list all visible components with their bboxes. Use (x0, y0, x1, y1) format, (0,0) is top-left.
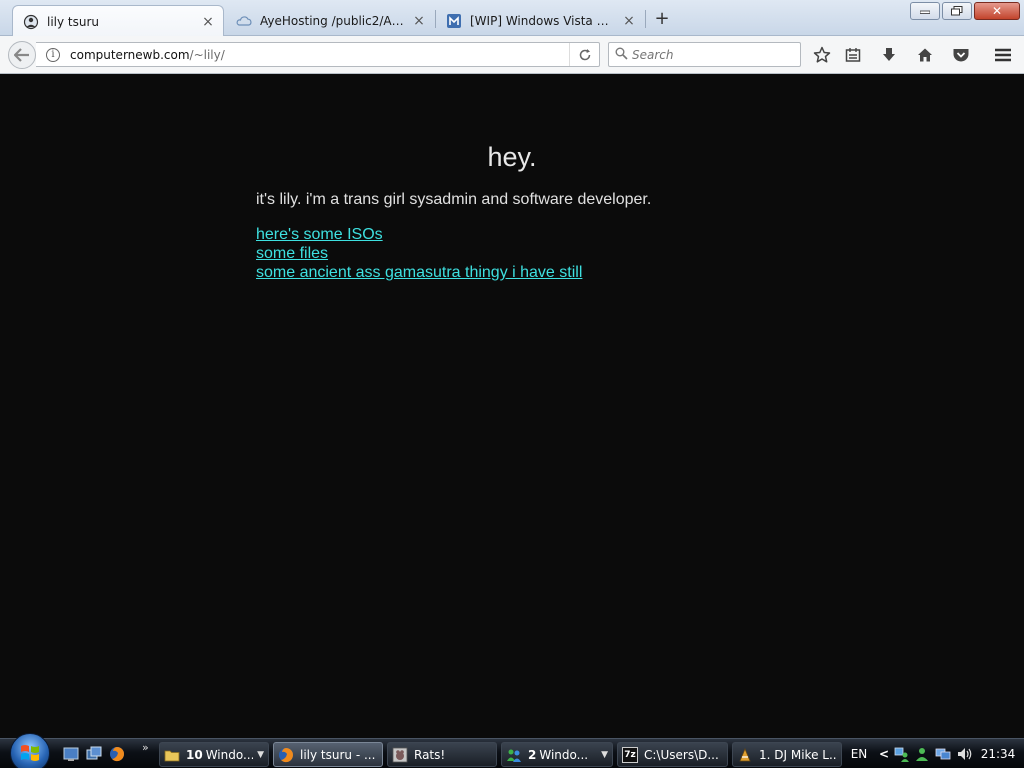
network-people-icon[interactable] (892, 746, 912, 762)
back-button[interactable] (8, 41, 36, 69)
people-icon (506, 747, 522, 763)
taskbar-button-messenger[interactable]: 2 Windo... ▼ (501, 742, 613, 767)
close-icon[interactable]: × (412, 14, 426, 28)
taskbar-button-label: C:\Users\D... (644, 747, 719, 762)
search-input[interactable] (632, 47, 782, 62)
download-arrow-icon[interactable] (878, 45, 900, 65)
rats-icon (392, 747, 408, 763)
tab-ayehosting[interactable]: AyeHosting /public2/All of... × (226, 5, 434, 36)
tab-wip-vista[interactable]: [WIP] Windows Vista Exten... × (436, 5, 644, 36)
taskbar-button-firefox[interactable]: lily tsuru - ... (273, 742, 383, 767)
taskbar-button-label: lily tsuru - ... (300, 747, 376, 762)
taskbar-button-label: Rats! (414, 747, 446, 762)
reload-icon[interactable] (569, 43, 599, 66)
forum-icon (446, 13, 462, 29)
search-icon (615, 47, 628, 63)
taskbar-button-7zip[interactable]: 7z C:\Users\D... (617, 742, 728, 767)
taskbar: » 10 Windo... ▼ lily tsuru - ... Rats! 2… (0, 733, 1024, 768)
reading-list-icon[interactable] (842, 45, 864, 65)
tab-strip: lily tsuru × AyeHosting /public2/All of.… (0, 0, 1024, 37)
taskbar-button-winamp[interactable]: 1. DJ Mike L... (732, 742, 842, 767)
intro-text: it's lily. i'm a trans girl sysadmin and… (256, 191, 652, 208)
system-tray: EN < 21:34 (842, 739, 1024, 768)
close-icon[interactable]: × (622, 14, 636, 28)
pocket-icon[interactable] (950, 45, 972, 65)
isos-link[interactable]: here's some ISOs (256, 225, 383, 244)
gamasutra-link[interactable]: some ancient ass gamasutra thingy i have… (256, 263, 582, 282)
taskbar-button-label: 1. DJ Mike L... (759, 747, 837, 762)
switch-windows-icon[interactable] (86, 746, 102, 762)
link-list: here's some ISOs some files some ancient… (256, 225, 582, 282)
hamburger-menu-icon[interactable] (992, 45, 1014, 65)
taskbar-button-label: Windo... (205, 747, 254, 762)
clock[interactable]: 21:34 (976, 747, 1020, 761)
tab-separator (645, 10, 646, 28)
volume-icon[interactable] (954, 746, 976, 762)
new-tab-button[interactable]: + (650, 8, 674, 30)
language-indicator[interactable]: EN (842, 747, 876, 761)
show-hidden-icons-button[interactable]: < (876, 747, 892, 761)
search-bar[interactable] (608, 42, 801, 67)
firefox-icon (278, 747, 294, 763)
bookmark-star-icon[interactable] (811, 45, 833, 65)
dropdown-arrow-icon: ▼ (257, 749, 264, 760)
7zip-icon: 7z (622, 746, 638, 763)
tab-lily-tsuru[interactable]: lily tsuru × (12, 5, 224, 37)
globe-person-icon (23, 14, 39, 30)
restore-button[interactable] (942, 2, 972, 20)
firefox-quicklaunch-icon[interactable] (109, 746, 125, 762)
files-link[interactable]: some files (256, 244, 328, 263)
url-domain: computernewb.com (70, 47, 190, 62)
page-content: hey. it's lily. i'm a trans girl sysadmi… (0, 74, 1024, 738)
url-path: /~lily/ (189, 47, 225, 62)
taskbar-button-explorer[interactable]: 10 Windo... ▼ (159, 742, 269, 767)
tab-title: [WIP] Windows Vista Exten... (470, 13, 616, 28)
taskbar-button-rats[interactable]: Rats! (387, 742, 497, 767)
url-text[interactable]: computernewb.com/~lily/ (70, 48, 569, 62)
page-heading: hey. (487, 142, 537, 172)
tab-title: AyeHosting /public2/All of... (260, 13, 406, 28)
show-desktop-icon[interactable] (63, 746, 79, 762)
info-icon[interactable]: i (46, 47, 60, 62)
taskbar-button-label: Windo... (539, 747, 589, 762)
window-count: 2 (528, 747, 537, 762)
cloud-icon (236, 13, 252, 29)
network-icon[interactable] (932, 746, 954, 762)
dropdown-arrow-icon: ▼ (601, 749, 608, 760)
window-controls: ✕ (910, 2, 1020, 20)
url-bar[interactable]: i computernewb.com/~lily/ (36, 42, 600, 67)
folder-icon (164, 747, 180, 763)
start-button[interactable] (10, 733, 50, 768)
messenger-tray-icon[interactable] (912, 746, 932, 762)
winamp-icon (737, 747, 753, 763)
navigation-bar: i computernewb.com/~lily/ (0, 36, 1024, 74)
windows-logo-icon (21, 745, 39, 761)
home-icon[interactable] (914, 45, 936, 65)
quicklaunch-more-button[interactable]: » (142, 741, 149, 754)
minimize-button[interactable] (910, 2, 940, 20)
window-count: 10 (186, 747, 203, 762)
window-close-button[interactable]: ✕ (974, 2, 1020, 20)
tab-title: lily tsuru (47, 14, 100, 29)
close-icon[interactable]: × (201, 15, 215, 29)
